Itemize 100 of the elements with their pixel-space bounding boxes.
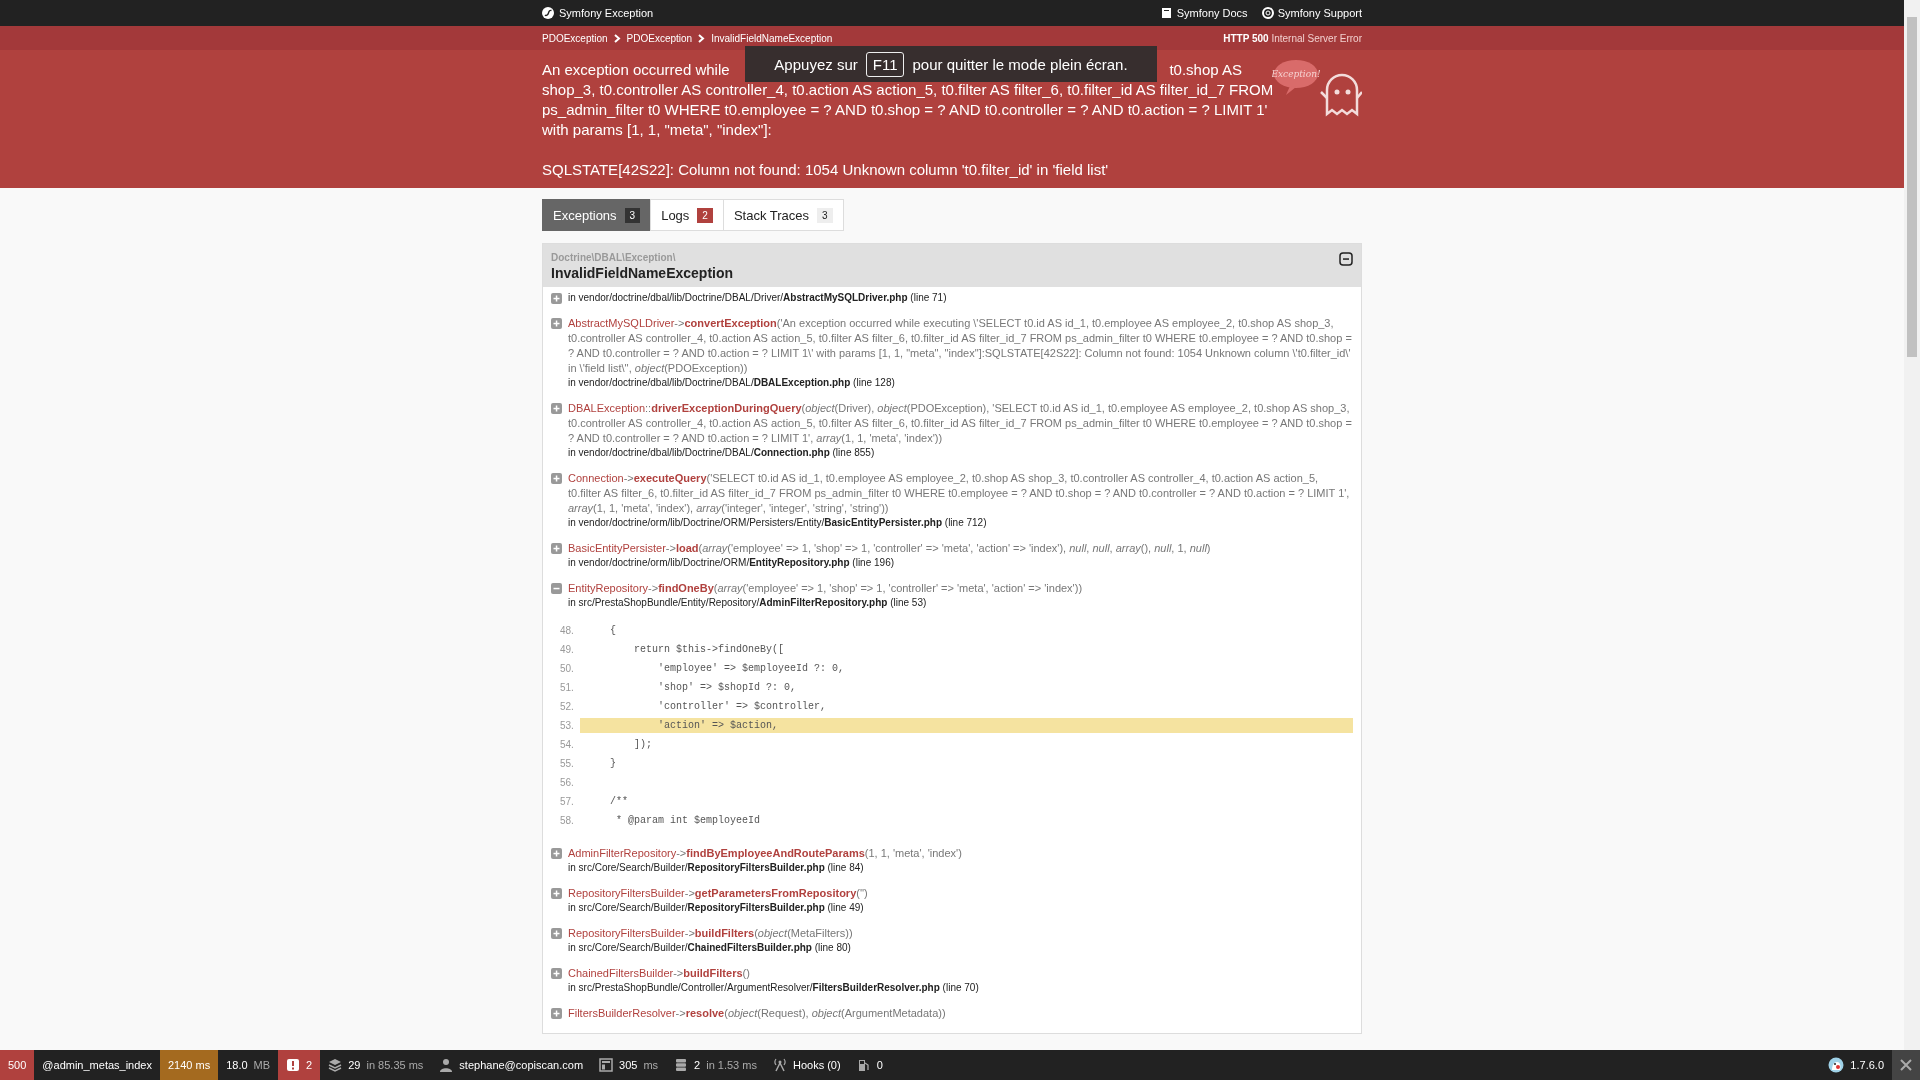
chevron-icon [613,33,621,43]
bird-logo-icon [1828,1057,1845,1073]
exception-message: shop_3, t0.controller AS controller_4, t0.action AS action_5, t0.filter AS filter_6, t0.filter_id AS filter_id_7 FROM [542,80,1274,100]
alert-icon [286,1058,301,1072]
expand-icon[interactable] [551,473,562,484]
toolbar-value: 2 [306,1059,313,1071]
expand-icon[interactable] [551,928,562,939]
expand-icon[interactable] [551,848,562,859]
trace-call: RepositoryFiltersBuilder->getParametersFromRepository('') [568,886,869,901]
toolbar-value: 305 [619,1059,638,1071]
trace-call: ChainedFiltersBuilder->buildFilters() [568,966,751,981]
trace-call: AbstractMySQLDriver->convertException('An exception occurred while executing \'SELECT t0.id AS id_1, t0.employee AS employee_2, t0.shop AS shop_3, t0.controller AS controller_4, t0.action AS action_5, t0.filter AS filter_6, t0.filter_id AS filter_id_7 FROM ps_admin_filter t0 WHERE t0.employee = ? AND t0.shop = ? AND t0.controller = ? AND t0.action = ? LIMIT 1\' with params [1, 1, "meta", "index"]:SQLSTATE[42S22]: Column not found: 1054 Unknown column \'t0.filter_id\' in \'field list\'', object(PDOException)) [568,316,1353,376]
line-number: 54. [560,739,575,750]
exception-message: with params [1, 1, "meta", "index"]: [542,120,772,140]
expand-icon[interactable] [551,888,562,899]
trace-call: RepositoryFiltersBuilder->buildFilters(object(MetaFilters)) [568,926,854,941]
tab[interactable]: Stack Traces 3 [722,199,844,231]
close-button[interactable] [1892,1050,1920,1080]
expand-icon[interactable] [551,293,562,304]
tab[interactable]: Exceptions 3 [542,199,652,231]
toolbar-value: 2140 ms [168,1059,211,1071]
exception-message: ps_admin_filter t0 WHERE t0.employee = ? AND t0.shop = ? AND t0.controller = ? AND t0.action = ? LIMIT 1' [542,100,1268,120]
support-link[interactable]: Symfony Support [1261,7,1362,19]
count-badge: 3 [624,207,641,223]
notice-text: Appuyez sur [774,55,858,73]
user-icon [439,1058,454,1072]
exception-message: An exception occurred while [542,60,730,80]
toolbar-value: 18.0 [226,1059,248,1071]
breadcrumb-link[interactable]: PDOException [626,32,693,44]
toolbar-detail: in 1.53 ms [706,1059,757,1071]
line-number: 50. [560,663,575,674]
line-number: 48. [560,625,575,636]
count-badge: 3 [817,207,833,223]
line-number: 51. [560,682,575,693]
breadcrumb-link[interactable]: InvalidFieldNameException [711,32,833,44]
toolbar-item[interactable]: 2140 ms [160,1050,219,1080]
breadcrumb-link[interactable]: PDOException [542,32,608,44]
close-icon [1900,1059,1912,1071]
docs-link[interactable]: Symfony Docs [1160,7,1248,19]
file-location: in vendor/doctrine/dbal/lib/Doctrine/DBAL/Driver/AbstractMySQLDriver.php (line 71) [568,291,948,304]
expand-icon[interactable] [551,318,562,329]
antenna-icon [772,1058,787,1072]
http-status: HTTP 500 Internal Server Error [1223,32,1362,44]
code-line: } [609,757,617,771]
layers-icon [328,1058,343,1072]
code-line: return $this->findOneBy([ [633,643,786,657]
exception-message: t0.shop AS [1169,60,1242,80]
expand-icon[interactable] [551,543,562,554]
code-line: /** [609,795,629,809]
file-location: in vendor/doctrine/orm/lib/Doctrine/ORM/Persisters/Entity/BasicEntityPersister.php (line 712) [568,516,988,529]
line-number: 55. [560,758,575,769]
expand-icon[interactable] [551,403,562,414]
toolbar-detail: ms [643,1059,659,1071]
template-icon [599,1058,614,1072]
version-label: 1.7.6.0 [1850,1059,1884,1071]
notice-text: pour quitter le mode plein écran. [912,55,1128,73]
scroll-thumb[interactable] [1907,17,1917,357]
key-label: F11 [865,51,905,77]
code-line: * @param int $employeeId [615,814,762,828]
toolbar-value: 500 [8,1059,27,1071]
code-line: ]); [633,738,653,752]
count-badge: 2 [697,207,713,223]
fuel-pump-icon [856,1058,871,1072]
toolbar-value: 29 [348,1059,361,1071]
file-location: in src/Core/Search/Builder/RepositoryFiltersBuilder.php (line 84) [568,861,865,874]
file-location: in vendor/doctrine/orm/lib/Doctrine/ORM/EntityRepository.php (line 196) [568,556,896,569]
file-location: in vendor/doctrine/dbal/lib/Doctrine/DBAL/Connection.php (line 855) [568,446,876,459]
code-line: 'employee' => $employeeId ?: 0, [657,662,846,676]
expand-icon[interactable] [551,1008,562,1019]
collapse-icon[interactable] [1339,252,1353,266]
chevron-icon [698,33,706,43]
toolbar-item[interactable]: 2 [278,1050,321,1080]
toolbar-value: 0 [876,1059,883,1071]
line-number: 49. [560,644,575,655]
logo-icon [542,7,554,19]
tab[interactable]: Logs 2 [650,199,724,231]
toolbar-item[interactable]: 500 [0,1050,35,1080]
toolbar-detail: MB [253,1059,271,1071]
code-line: { [609,624,617,638]
line-number: 52. [560,701,575,712]
line-number: 57. [560,796,575,807]
database-icon [674,1058,689,1072]
file-location: in vendor/doctrine/dbal/lib/Doctrine/DBAL/DBALException.php (line 128) [568,376,896,389]
trace-call: Connection->executeQuery('SELECT t0.id AS id_1, t0.employee AS employee_2, t0.shop AS shop_3, t0.controller AS controller_4, t0.action AS action_5, t0.filter AS filter_6, t0.filter_id AS filter_id_7 FROM ps_admin_filter t0 WHERE t0.employee = ? AND t0.shop = ? AND t0.controller = ? AND t0.action = ? LIMIT 1', array(1, 1, 'meta', 'index'), array('integer', 'integer', 'string', 'string')) [568,471,1351,516]
scrollbar[interactable] [1904,0,1920,1050]
trace-call: AdminFilterRepository->findByEmployeeAndRouteParams(1, 1, 'meta', 'index') [568,846,963,861]
sql-error-message: SQLSTATE[42S22]: Column not found: 1054 Unknown column 't0.filter_id' in 'field list' [542,160,1110,180]
expand-icon[interactable] [551,968,562,979]
trace-call: BasicEntityPersister->load(array('employee' => 1, 'shop' => 1, 'controller' => 'meta', 'action' => 'index'), null, null, array(), null, 1, null) [568,541,1212,556]
line-number: 56. [560,777,575,788]
file-location: in src/Core/Search/Builder/RepositoryFiltersBuilder.php (line 49) [568,901,865,914]
line-number: 58. [560,815,575,826]
line-number: 53. [560,720,575,731]
trace-call: EntityRepository->findOneBy(array('employee' => 1, 'shop' => 1, 'controller' => 'meta', 'action' => 'index')) [568,581,1084,596]
lifebuoy-icon [1261,7,1274,19]
file-location: in src/Core/Search/Builder/ChainedFiltersBuilder.php (line 80) [568,941,852,954]
exception-name: InvalidFieldNameException [551,265,734,281]
code-line: 'controller' => $controller, [657,700,828,714]
book-icon [1160,7,1173,19]
file-location: in src/PrestaShopBundle/Entity/Repository/AdminFilterRepository.php (line 53) [568,596,928,609]
